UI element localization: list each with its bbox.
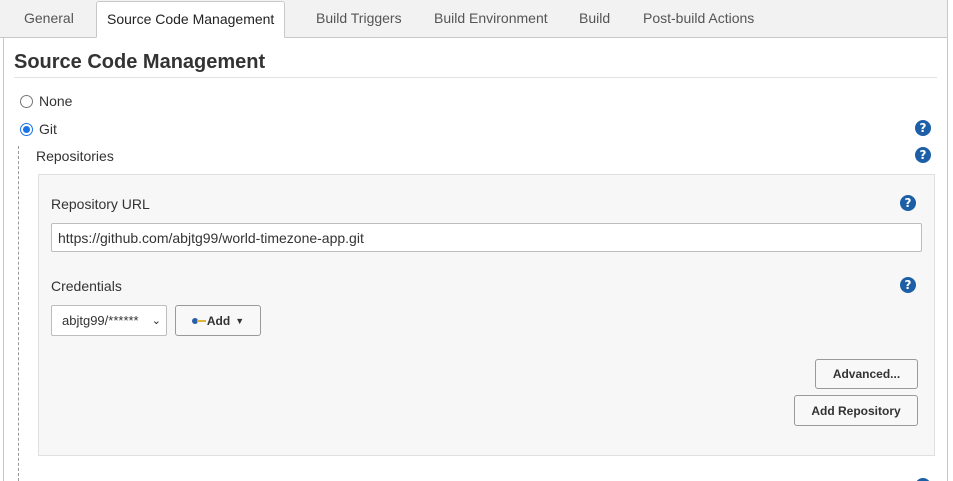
- scm-option-none[interactable]: None: [20, 93, 72, 109]
- repositories-label: Repositories: [36, 148, 114, 164]
- git-options-indent-line: [18, 146, 19, 481]
- tab-post-build-actions[interactable]: Post-build Actions: [633, 0, 764, 38]
- chevron-down-icon: ⌄: [151, 315, 161, 327]
- tab-build[interactable]: Build: [569, 0, 620, 38]
- panel-border-left: [3, 38, 4, 481]
- tab-build-triggers[interactable]: Build Triggers: [306, 0, 412, 38]
- none-radio[interactable]: [20, 94, 33, 108]
- credentials-select[interactable]: abjtg99/****** ⌄: [51, 305, 167, 336]
- credentials-selected-value: abjtg99/******: [62, 313, 139, 328]
- credentials-label: Credentials: [51, 278, 122, 294]
- add-repository-button[interactable]: Add Repository: [794, 395, 918, 426]
- panel-border-right: [947, 0, 948, 481]
- add-credentials-label: Add: [206, 313, 231, 328]
- caret-down-icon: ▼: [235, 315, 245, 326]
- tab-build-environment[interactable]: Build Environment: [424, 0, 558, 38]
- scm-option-git[interactable]: Git: [20, 121, 57, 137]
- section-title: Source Code Management: [14, 51, 266, 73]
- advanced-button[interactable]: Advanced...: [815, 359, 918, 389]
- tab-source-code-management[interactable]: Source Code Management: [96, 1, 286, 38]
- git-radio[interactable]: [20, 122, 33, 136]
- repositories-help-icon[interactable]: ?: [915, 147, 931, 163]
- key-icon: [191, 317, 206, 325]
- tab-bar: General Source Code Management Build Tri…: [0, 0, 948, 38]
- section-divider: [14, 77, 937, 78]
- git-help-icon[interactable]: ?: [915, 120, 931, 136]
- repository-url-label: Repository URL: [51, 196, 150, 212]
- add-credentials-button[interactable]: Add ▼: [175, 305, 261, 336]
- credentials-help-icon[interactable]: ?: [900, 277, 916, 293]
- none-radio-label: None: [39, 93, 73, 109]
- repository-url-help-icon[interactable]: ?: [900, 195, 916, 211]
- repository-url-input[interactable]: [51, 223, 922, 252]
- tab-general[interactable]: General: [14, 0, 84, 38]
- git-radio-label: Git: [39, 121, 57, 137]
